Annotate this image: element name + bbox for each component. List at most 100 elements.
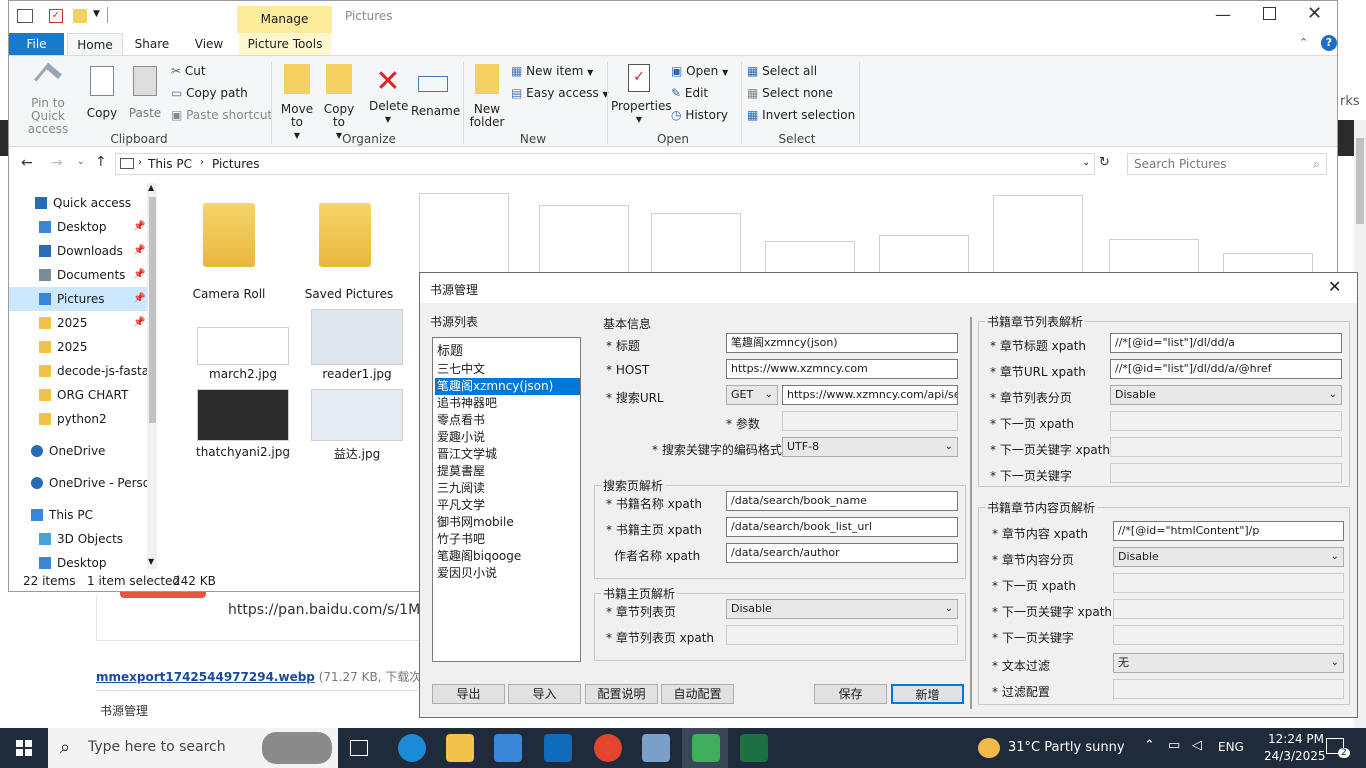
language-indicator[interactable]: ENG (1218, 740, 1244, 754)
document-thumbnail[interactable] (419, 193, 509, 283)
list-item[interactable]: 笔趣阁xzmncy(json) (435, 378, 580, 395)
list-item[interactable]: 零点看书 (437, 412, 577, 429)
history-button[interactable]: ◷ History (671, 108, 728, 122)
file-explorer-icon[interactable] (446, 734, 474, 762)
copy-button[interactable]: Copy (85, 66, 119, 120)
new-folder-button[interactable]: New folder (467, 64, 507, 129)
windows-start-icon[interactable] (16, 740, 32, 756)
show-hidden-icons-icon[interactable]: ⌃ (1144, 738, 1155, 753)
file-label[interactable]: reader1.jpg (297, 367, 417, 381)
tab-home[interactable]: Home (67, 33, 123, 55)
file-label[interactable]: 益达.jpg (297, 445, 417, 462)
collapse-ribbon-icon[interactable]: ⌃ (1299, 36, 1308, 49)
book-app-icon[interactable] (692, 734, 720, 762)
nav-item[interactable]: Documents 📌 (9, 263, 149, 287)
select-all-button[interactable]: ▦ Select all (747, 64, 817, 78)
book-name-input[interactable]: /data/search/book_name (726, 491, 958, 511)
add-button[interactable]: 新增 (891, 684, 964, 704)
list-item[interactable]: 御书网mobile (437, 514, 577, 531)
open-button[interactable]: ▣ Open ▼ (671, 64, 728, 78)
forward-arrow-icon[interactable]: → (51, 155, 63, 171)
tab-file[interactable]: File (9, 33, 64, 55)
attachment-link[interactable]: mmexport1742544977294.webp (96, 670, 315, 684)
folder-icon[interactable] (319, 203, 371, 267)
new-folder-quick-icon[interactable] (73, 9, 87, 23)
minimize-icon[interactable]: — (1215, 5, 1231, 24)
nav-item[interactable]: 2025 (9, 335, 149, 359)
pin-icon[interactable]: 📌 (133, 239, 145, 263)
nav-item[interactable]: ORG CHART (9, 383, 149, 407)
chapter-url-xpath-input[interactable]: //*[@id="list"]/dl/dd/a/@href (1110, 359, 1342, 379)
recent-locations-icon[interactable]: ⌄ (77, 157, 85, 167)
scroll-up-icon[interactable]: ▲ (148, 183, 154, 192)
encoding-select[interactable]: UTF-8 ⌄ (782, 437, 958, 457)
config-help-button[interactable]: 配置说明 (585, 684, 658, 704)
search-url-input[interactable]: https://www.xzmncy.com/api/sear (782, 385, 958, 405)
content-next-xpath-input[interactable] (1113, 573, 1344, 593)
book-url-input[interactable]: /data/search/book_list_url (726, 517, 958, 537)
list-item[interactable]: 竹子书吧 (437, 531, 577, 548)
chapter-list-xpath-input[interactable] (726, 625, 958, 645)
list-item[interactable]: 提莫書屋 (437, 463, 577, 480)
background-link[interactable]: https://pan.baidu.com/s/1MjC (228, 602, 434, 618)
scroll-down-icon[interactable]: ▼ (148, 557, 154, 566)
title-input[interactable]: 笔趣阁xzmncy(json) (726, 333, 958, 353)
taskbar-search-box[interactable]: ⌕ Type here to search (48, 728, 338, 768)
close-dialog-icon[interactable]: ✕ (1328, 277, 1341, 296)
nav-item[interactable]: This PC (9, 503, 149, 527)
next-page-keyword-xpath-input[interactable] (1110, 437, 1342, 457)
nav-item[interactable]: OneDrive - Persor (9, 471, 149, 495)
new-item-button[interactable]: ▦ New item ▼ (511, 64, 593, 78)
address-dropdown-icon[interactable]: ⌄ (1082, 157, 1090, 168)
copy-path-button[interactable]: ▭ Copy path (171, 86, 248, 100)
import-button[interactable]: 导入 (508, 684, 581, 704)
weather-text[interactable]: 31°C Partly sunny (1008, 740, 1125, 755)
weather-icon[interactable] (978, 738, 1000, 758)
tab-picture-tools[interactable]: Picture Tools (239, 33, 331, 55)
rename-button[interactable]: Rename (411, 64, 460, 118)
image-thumbnail[interactable] (311, 389, 403, 441)
export-button[interactable]: 导出 (432, 684, 505, 704)
move-to-button[interactable]: Move to ▼ (279, 64, 315, 142)
tab-share[interactable]: Share (127, 33, 177, 55)
help-icon[interactable]: ? (1321, 35, 1337, 51)
clock-date[interactable]: 24/3/2025 (1264, 749, 1326, 763)
pin-icon[interactable]: 📌 (133, 215, 145, 239)
author-input[interactable]: /data/search/author (726, 543, 958, 563)
save-button[interactable]: 保存 (814, 684, 887, 704)
image-thumbnail[interactable] (197, 389, 289, 441)
manage-tab[interactable]: Manage (237, 6, 332, 33)
network-icon[interactable]: ▭ (1168, 738, 1180, 753)
file-label[interactable]: march2.jpg (183, 367, 303, 381)
nav-item[interactable]: 3D Objects (9, 527, 149, 551)
pin-quick-access-button[interactable]: Pin to Quick access (13, 62, 83, 136)
content-next-kw-input[interactable] (1113, 625, 1344, 645)
edit-button[interactable]: ✎ Edit (671, 86, 708, 100)
text-filter-select[interactable]: 无 ⌄ (1113, 653, 1344, 673)
file-label[interactable]: Saved Pictures (289, 287, 409, 301)
folder-icon[interactable] (203, 203, 255, 267)
list-item[interactable]: 晋江文学城 (437, 446, 577, 463)
explorer-app-icon[interactable] (17, 9, 33, 23)
delete-button[interactable]: ✕ Delete ▼ (369, 64, 408, 126)
pin-icon[interactable]: 📌 (133, 263, 145, 287)
pin-icon[interactable]: 📌 (133, 311, 145, 335)
easy-access-button[interactable]: ▤ Easy access ▼ (511, 86, 609, 100)
properties-button[interactable]: ✓ Properties ▼ (611, 64, 672, 126)
next-page-xpath-input[interactable] (1110, 411, 1342, 431)
clock-time[interactable]: 12:24 PM (1268, 732, 1324, 746)
list-item[interactable]: 平凡文学 (437, 497, 577, 514)
properties-quick-icon[interactable]: ✓ (49, 9, 63, 23)
nav-scrollbar[interactable]: ▲ ▼ (147, 183, 157, 569)
nav-item[interactable]: Quick access (9, 191, 149, 215)
image-thumbnail[interactable] (197, 327, 289, 365)
breadcrumb-this-pc[interactable]: This PC (148, 157, 192, 171)
chrome-icon[interactable] (594, 734, 622, 762)
breadcrumb-pictures[interactable]: Pictures (212, 157, 260, 171)
list-item[interactable]: 追书神器吧 (437, 395, 577, 412)
address-bar[interactable]: › This PC › Pictures ⌄ (115, 153, 1095, 175)
list-item[interactable]: 爱趣小说 (437, 429, 577, 446)
close-window-icon[interactable]: ✕ (1307, 3, 1322, 24)
cut-button[interactable]: ✂ Cut (171, 64, 206, 78)
auto-config-button[interactable]: 自动配置 (661, 684, 734, 704)
